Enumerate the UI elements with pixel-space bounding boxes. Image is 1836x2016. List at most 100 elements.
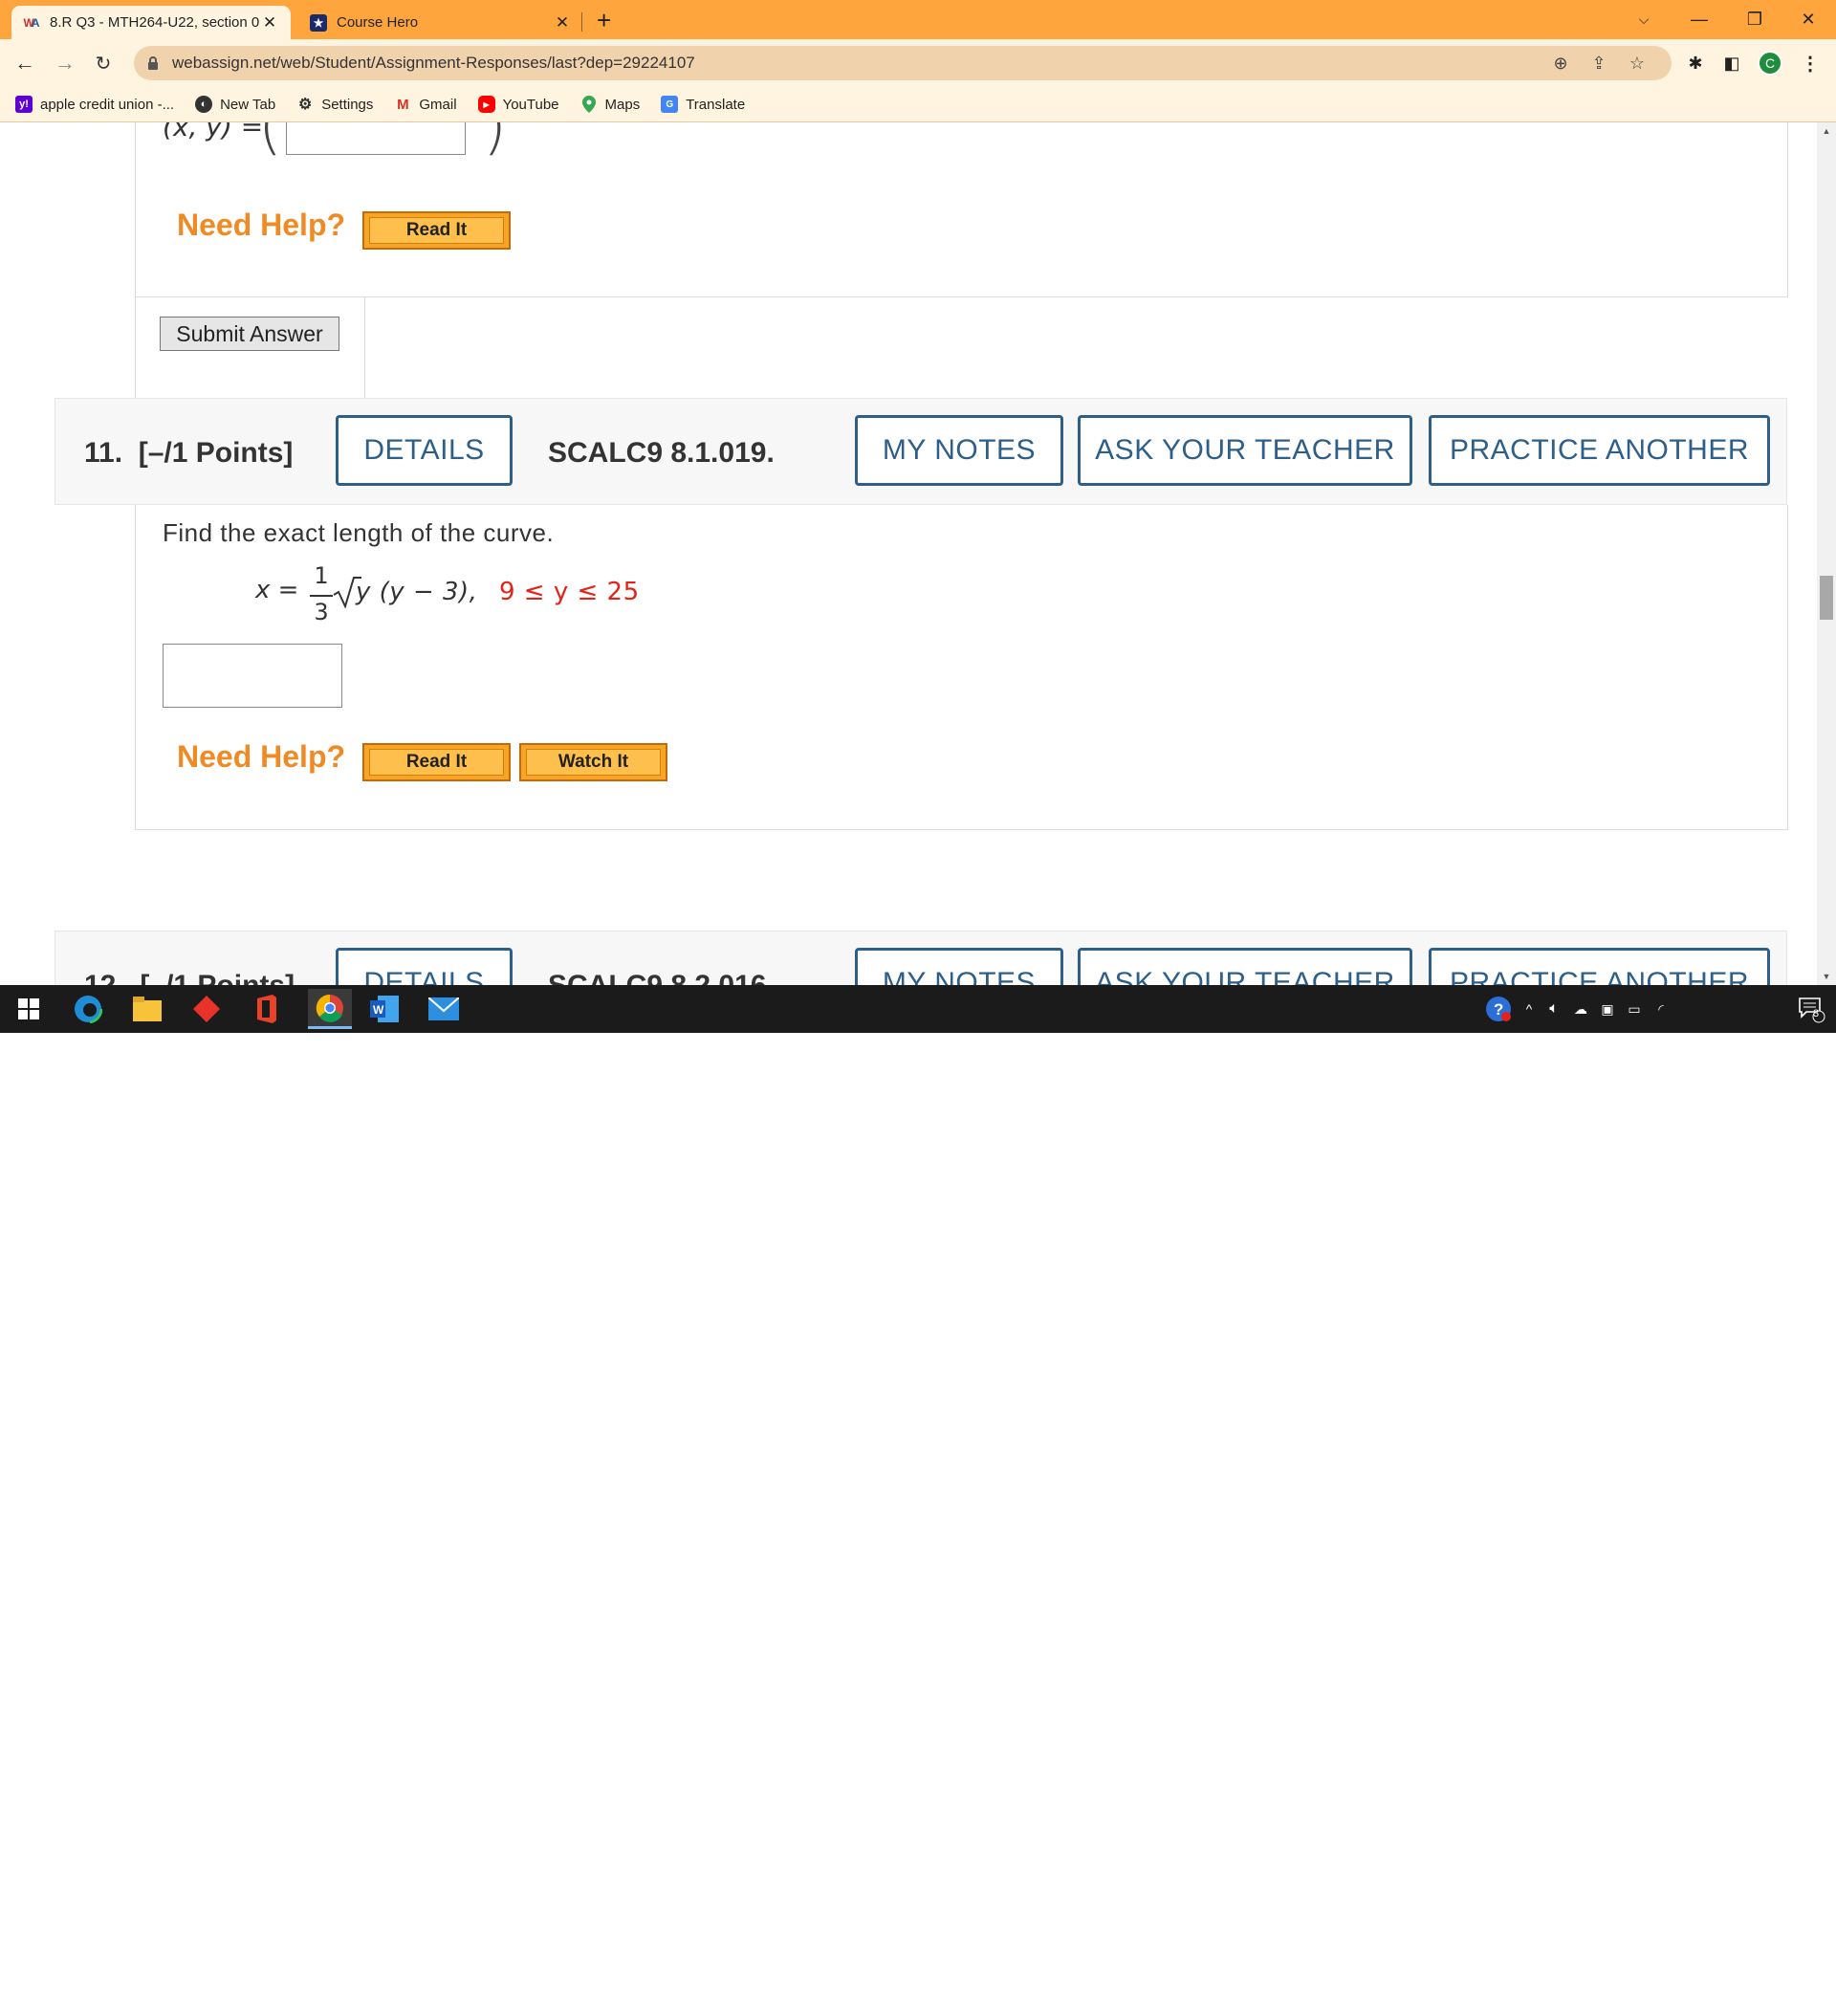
question-11-body: Find the exact length of the curve. x = … <box>135 505 1788 830</box>
ask-your-teacher-button[interactable]: ASK YOUR TEACHER <box>1078 948 1412 985</box>
app-red-diamond-icon[interactable] <box>189 993 224 1025</box>
new-tab-button[interactable]: + <box>597 6 611 34</box>
question-number: 12. [–/1 Points] <box>84 970 295 985</box>
bookmark-settings[interactable]: ⚙ Settings <box>296 96 373 114</box>
read-it-button[interactable]: Read It <box>362 743 511 781</box>
course-hero-icon: ★ <box>310 13 327 32</box>
my-notes-button[interactable]: MY NOTES <box>855 415 1063 486</box>
details-button[interactable]: DETAILS <box>336 948 513 985</box>
show-hidden-icons-icon[interactable]: ^ <box>1519 993 1540 1025</box>
page-scrollbar[interactable]: ▲ ▼ <box>1817 122 1836 985</box>
taskbar-clock[interactable]: 11:54 PM 7/4/2022 <box>1683 1974 1788 2016</box>
prev-answer-input[interactable] <box>286 122 466 155</box>
close-tab-icon[interactable]: ✕ <box>260 13 279 33</box>
windows-start-icon[interactable] <box>11 993 46 1025</box>
webassign-page: (x, y) = ( ) Need Help? Read It Submit A… <box>0 122 1817 985</box>
bookmark-star-icon[interactable]: ☆ <box>1624 50 1650 77</box>
translate-icon: G <box>661 96 679 113</box>
watch-it-button[interactable]: Watch It <box>519 743 667 781</box>
webassign-icon: WA <box>23 15 40 30</box>
my-notes-button[interactable]: MY NOTES <box>855 948 1063 985</box>
question-11-header: 11. [–/1 Points] DETAILS SCALC9 8.1.019.… <box>55 398 1787 505</box>
answer-input[interactable] <box>163 644 342 708</box>
prev-answer-label: (x, y) = <box>163 122 264 142</box>
fraction-bar <box>310 595 333 597</box>
url-text: webassign.net/web/Student/Assignment-Res… <box>172 54 695 72</box>
restore-button[interactable]: ❐ <box>1727 0 1782 39</box>
close-paren: ) <box>483 122 507 163</box>
address-bar[interactable]: webassign.net/web/Student/Assignment-Res… <box>134 46 1672 80</box>
practice-another-button[interactable]: PRACTICE ANOTHER <box>1429 415 1770 486</box>
details-button[interactable]: DETAILS <box>336 415 513 486</box>
bookmark-apple-credit-union[interactable]: y! apple credit union -... <box>15 96 174 113</box>
scroll-thumb[interactable] <box>1820 576 1833 620</box>
equation-rest: y (y − 3), <box>356 578 478 606</box>
globe-icon: ◐ <box>195 96 213 113</box>
bookmark-youtube[interactable]: ▶ YouTube <box>477 96 559 113</box>
tab-search-icon[interactable]: ⌵ <box>1616 0 1672 39</box>
close-tab-icon[interactable]: ✕ <box>553 13 572 33</box>
notification-count: 3 <box>1813 1008 1820 1019</box>
yahoo-icon: y! <box>15 96 33 113</box>
office-icon[interactable] <box>249 993 283 1025</box>
scroll-down-icon[interactable]: ▼ <box>1817 972 1836 981</box>
menu-dots-icon[interactable]: ⋮ <box>1798 51 1823 76</box>
question-number: 11. [–/1 Points] <box>84 437 294 469</box>
submit-answer-button[interactable]: Submit Answer <box>160 317 339 351</box>
practice-another-button[interactable]: PRACTICE ANOTHER <box>1429 948 1770 985</box>
bookmark-translate[interactable]: G Translate <box>661 96 745 113</box>
need-help-label: Need Help? <box>177 208 346 242</box>
read-it-button[interactable]: Read It <box>362 211 511 250</box>
display-icon[interactable]: ▣ <box>1595 993 1620 1025</box>
lock-icon <box>147 56 159 70</box>
close-window-button[interactable]: ✕ <box>1781 0 1836 39</box>
forward-button[interactable]: → <box>50 48 80 78</box>
back-button[interactable]: ← <box>10 48 40 78</box>
equation-lhs: x = <box>255 576 299 604</box>
question-12-header: 12. [–/1 Points] DETAILS SCALC9 8.2.016.… <box>55 931 1787 985</box>
wifi-icon[interactable]: ◜ <box>1649 993 1673 1025</box>
zoom-icon[interactable]: ⊕ <box>1547 50 1574 77</box>
fraction-denominator: 3 <box>314 599 329 625</box>
edge-icon[interactable] <box>71 993 105 1025</box>
word-icon[interactable]: W <box>367 993 402 1025</box>
question-prompt: Find the exact length of the curve. <box>163 518 555 547</box>
onedrive-off-icon[interactable]: ☁ <box>1568 993 1593 1025</box>
bookmark-gmail[interactable]: M Gmail <box>394 96 456 113</box>
mail-icon[interactable] <box>426 993 461 1025</box>
bookmark-maps[interactable]: Maps <box>580 96 640 113</box>
share-icon[interactable]: ⇪ <box>1585 50 1612 77</box>
minimize-button[interactable]: — <box>1672 0 1727 39</box>
tab-separator <box>581 12 582 32</box>
bookmark-new-tab[interactable]: ◐ New Tab <box>195 96 275 113</box>
interval-range: 9 ≤ y ≤ 25 <box>499 578 640 606</box>
browser-tab-strip: WA 8.R Q3 - MTH264-U22, section 0 ✕ ★ Co… <box>0 0 1836 39</box>
file-explorer-icon[interactable] <box>130 993 164 1025</box>
reload-button[interactable]: ↻ <box>88 48 119 78</box>
open-paren: ( <box>258 122 282 163</box>
question-code: SCALC9 8.1.019. <box>548 437 775 469</box>
volume-icon[interactable]: 🔈︎ <box>1541 993 1566 1025</box>
fraction-numerator: 1 <box>314 562 329 589</box>
scroll-up-icon[interactable]: ▲ <box>1817 126 1836 136</box>
question-code: SCALC9 8.2.016. <box>548 970 775 985</box>
help-icon[interactable]: ? <box>1484 993 1513 1025</box>
gmail-icon: M <box>397 96 409 113</box>
profile-avatar[interactable]: C <box>1758 51 1782 76</box>
need-help-label: Need Help? <box>177 739 346 774</box>
windows-taskbar: W ? ^ 🔈︎ ☁ ▣ ▭ ◜ 11:54 PM 7/4/2022 3 <box>0 985 1836 2013</box>
maps-icon <box>580 96 598 113</box>
tab-webassign[interactable]: WA 8.R Q3 - MTH264-U22, section 0 ✕ <box>11 6 291 39</box>
browser-toolbar: ← → ↻ webassign.net/web/Student/Assignme… <box>0 39 1836 87</box>
bookmarks-bar: y! apple credit union -... ◐ New Tab ⚙ S… <box>0 87 1836 122</box>
notifications-icon[interactable]: 3 <box>1794 993 1828 1025</box>
extensions-icon[interactable]: ✱ <box>1683 51 1708 76</box>
tab-course-hero[interactable]: ★ Course Hero ✕ <box>298 6 583 39</box>
ask-your-teacher-button[interactable]: ASK YOUR TEACHER <box>1078 415 1412 486</box>
gear-icon: ⚙ <box>298 97 313 113</box>
side-panel-icon[interactable]: ◧ <box>1719 51 1744 76</box>
battery-icon[interactable]: ▭ <box>1622 993 1647 1025</box>
svg-text:W: W <box>373 1003 384 1017</box>
youtube-icon: ▶ <box>477 96 495 113</box>
chrome-taskbar-icon[interactable] <box>308 989 352 1029</box>
